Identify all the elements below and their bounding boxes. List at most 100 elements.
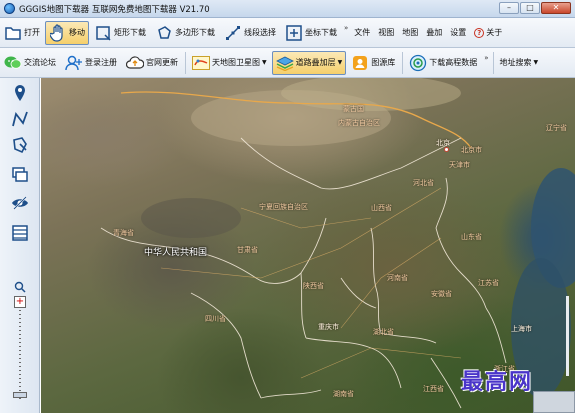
chevron-down-icon: ▼: [533, 59, 539, 66]
maximize-button[interactable]: □: [520, 2, 540, 14]
marker-icon: [15, 85, 25, 101]
map-label: 重庆市: [318, 323, 339, 331]
address-search-button[interactable]: 地址搜索 ▼: [496, 51, 543, 75]
left-tool-panel: +: [0, 78, 40, 413]
line-select-button[interactable]: 线段选择: [220, 21, 280, 45]
rect-download-label: 矩形下载: [114, 28, 146, 37]
help-icon: ?: [474, 28, 485, 38]
map-label: 甘肃省: [237, 246, 258, 254]
map-label: 内蒙古自治区: [338, 119, 380, 127]
minimize-button[interactable]: –: [499, 2, 519, 14]
menu-map[interactable]: 地图: [402, 27, 418, 38]
toolbar-separator: [402, 51, 404, 74]
map-label: 山东省: [461, 233, 482, 241]
list-icon: [12, 225, 28, 241]
globe-icon: [409, 54, 427, 72]
zoom-handle[interactable]: [13, 392, 27, 398]
menu-file[interactable]: 文件: [354, 27, 370, 38]
layers-stack-icon: [12, 167, 28, 182]
app-icon: [4, 3, 15, 14]
folder-icon: [4, 24, 22, 42]
map-label: 湖北省: [373, 328, 394, 336]
watermark: 最高网: [461, 369, 534, 395]
map-canvas[interactable]: 蒙古国 内蒙古自治区 北京 北京市 天津市 辽宁省 河北省 青海省 宁夏回族自治…: [41, 78, 575, 413]
toolbar1-overflow[interactable]: »: [344, 24, 348, 32]
overview-map[interactable]: [533, 391, 575, 413]
polygon-download-label: 多边形下载: [175, 28, 215, 37]
update-button[interactable]: 官网更新: [122, 51, 182, 75]
map-label: 江西省: [423, 385, 444, 393]
move-button[interactable]: 移动: [45, 20, 89, 45]
layers-tool[interactable]: [9, 164, 31, 186]
hide-eye-icon: [12, 196, 28, 210]
elevation-button[interactable]: 下载高程数据: [405, 51, 481, 75]
zoom-icon: [14, 281, 26, 293]
coord-download-label: 坐标下载: [305, 28, 337, 37]
map-label: 安徽省: [431, 290, 452, 298]
register-button[interactable]: 登录注册: [61, 51, 121, 75]
polyline-icon: [12, 111, 28, 127]
polyline-tool[interactable]: [9, 108, 31, 130]
register-label: 登录注册: [85, 58, 117, 67]
menu-overlay[interactable]: 叠加: [426, 27, 442, 38]
polygon-select-icon: [13, 137, 27, 154]
open-button[interactable]: 打开: [0, 21, 44, 45]
list-tool[interactable]: [9, 222, 31, 244]
rect-download-button[interactable]: 矩形下载: [90, 21, 150, 45]
map-label: 江苏省: [478, 279, 499, 287]
toolbar2-overflow[interactable]: »: [484, 54, 488, 62]
menu-settings[interactable]: 设置: [450, 27, 466, 38]
map-label: 上海市: [511, 325, 532, 333]
chevron-down-icon: ▼: [262, 59, 267, 66]
map-label: 辽宁省: [546, 124, 567, 132]
update-label: 官网更新: [146, 58, 178, 67]
menu-about[interactable]: ? 关于: [474, 27, 502, 38]
about-label: 关于: [486, 28, 503, 37]
map-label: 陕西省: [303, 282, 324, 290]
toolbar-separator: [492, 51, 494, 74]
zoom-tool[interactable]: [9, 276, 31, 298]
secondary-toolbar: 交流论坛 登录注册 官网更新 天地图卫星图 ▼ 道路叠加层 ▼ 图源库 下载高程…: [0, 48, 575, 78]
window-title: GGGIS地图下载器 互联网免费地图下载器 V21.70: [19, 4, 210, 15]
map-label: 四川省: [205, 315, 226, 323]
zoom-in-button[interactable]: +: [14, 296, 26, 308]
user-icon: [65, 54, 83, 72]
hand-icon: [49, 23, 67, 42]
marker-tool[interactable]: [9, 82, 31, 104]
map-boundaries: [100, 78, 575, 409]
coord-download-button[interactable]: 坐标下载: [281, 21, 341, 45]
road-overlay-button[interactable]: 道路叠加层 ▼: [271, 50, 347, 75]
tianditu-label: 天地图卫星图: [212, 58, 260, 67]
zoom-track: [19, 310, 21, 402]
forum-button[interactable]: 交流论坛: [0, 51, 60, 75]
map-scale-bar: [566, 296, 569, 376]
toolbar-separator: [185, 51, 186, 74]
country-label: 中华人民共和国: [144, 248, 208, 258]
chevron-down-icon: ▼: [337, 59, 343, 66]
layers-icon: [275, 54, 294, 72]
library-button[interactable]: 图源库: [347, 51, 399, 75]
line-select-icon: [224, 24, 242, 42]
close-button[interactable]: ✕: [541, 2, 571, 14]
forum-label: 交流论坛: [24, 58, 56, 67]
polygon-download-button[interactable]: 多边形下载: [151, 21, 219, 45]
map-label: 北京: [436, 139, 450, 147]
move-label: 移动: [69, 28, 85, 37]
map-label: 蒙古国: [343, 105, 364, 113]
zoom-slider[interactable]: +: [13, 296, 27, 406]
cloud-upload-icon: [126, 54, 144, 72]
map-label: 青海省: [113, 229, 134, 237]
polygon-icon: [155, 24, 173, 42]
map-label: 河南省: [387, 274, 408, 282]
map-label: 河北省: [413, 179, 434, 187]
address-search-label: 地址搜索: [499, 58, 532, 67]
polygon-select-tool[interactable]: [9, 134, 31, 156]
menu-view[interactable]: 视图: [378, 27, 394, 38]
rectangle-icon: [94, 24, 112, 42]
crosshair-icon: [285, 24, 303, 42]
elevation-label: 下载高程数据: [429, 58, 478, 67]
window-controls: – □ ✕: [499, 2, 571, 14]
hide-layer-tool[interactable]: [9, 192, 31, 214]
line-select-label: 线段选择: [244, 28, 276, 37]
tianditu-button[interactable]: 天地图卫星图 ▼: [188, 51, 271, 75]
